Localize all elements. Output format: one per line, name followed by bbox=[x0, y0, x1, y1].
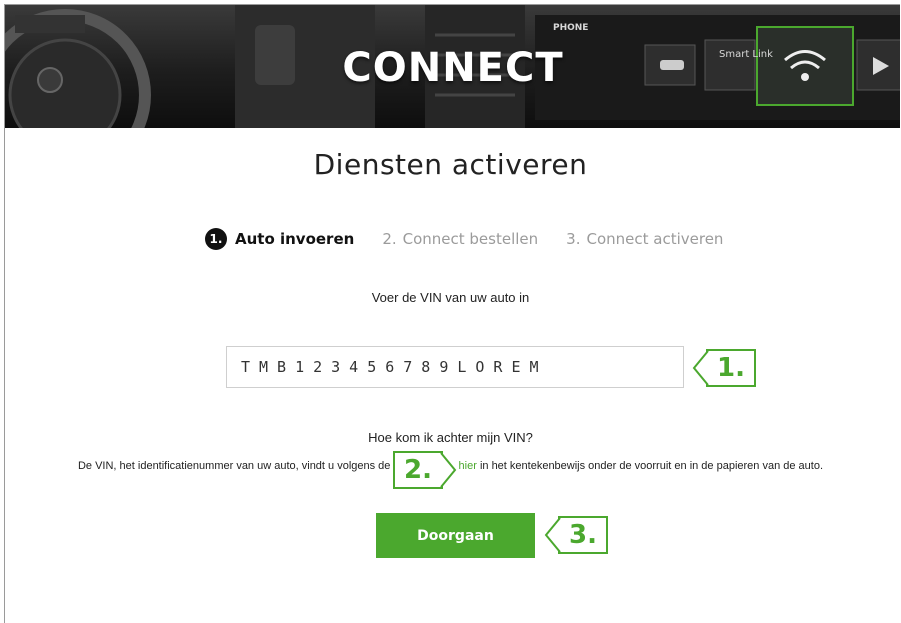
vin-help-text-before: De VIN, het identificatienummer van uw a… bbox=[77, 460, 391, 472]
callout-arrow-icon bbox=[440, 452, 457, 488]
continue-button[interactable]: Doorgaan bbox=[376, 513, 535, 558]
vin-help-link[interactable]: hier bbox=[459, 460, 477, 472]
callout-3-label: 3. bbox=[569, 520, 597, 550]
callout-arrow-icon bbox=[544, 517, 561, 553]
progress-steps: 1. Auto invoeren 2. Connect bestellen 3. C… bbox=[205, 228, 751, 250]
vin-help-title: Hoe kom ik achter mijn VIN? bbox=[368, 430, 533, 445]
vin-help-text-after: in het kentekenbewijs onder de voorruit … bbox=[476, 460, 824, 472]
hero-title: CONNECT bbox=[342, 45, 564, 91]
hero-label-phone: PHONE bbox=[553, 23, 589, 33]
page-title: Diensten activeren bbox=[313, 148, 588, 181]
vin-instruction: Voer de VIN van uw auto in bbox=[371, 290, 530, 305]
step-2-number: 2. bbox=[382, 230, 397, 248]
step-2-label: Connect bestellen bbox=[402, 230, 539, 248]
vin-input[interactable]: TMB123456789LOREM bbox=[226, 346, 684, 388]
callout-1-badge: 1. bbox=[692, 349, 756, 387]
callout-1-label: 1. bbox=[717, 353, 745, 383]
step-3-label: Connect activeren bbox=[586, 230, 724, 248]
step-1-number-badge: 1. bbox=[205, 228, 227, 250]
hero-banner: PHONE Smart Link CONNECT bbox=[5, 5, 900, 128]
callout-3-badge: 3. bbox=[544, 516, 608, 554]
step-2: 2. Connect bestellen bbox=[382, 230, 538, 248]
step-3: 3. Connect activeren bbox=[566, 230, 723, 248]
step-1-label: Auto invoeren bbox=[235, 230, 355, 248]
callout-arrow-icon bbox=[692, 350, 709, 386]
callout-2-label: 2. bbox=[404, 455, 432, 485]
callout-2-badge: 2. bbox=[393, 451, 457, 489]
step-3-number: 3. bbox=[566, 230, 581, 248]
